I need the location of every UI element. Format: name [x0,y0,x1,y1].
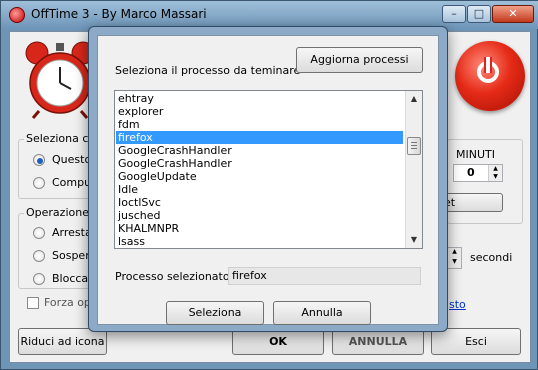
minutes-label: MINUTI [456,148,495,161]
this-computer-radio[interactable] [33,154,45,166]
list-item[interactable]: lsass [116,235,403,248]
seconds-label: secondi [470,251,513,264]
suspend-radio[interactable] [33,250,45,262]
list-item[interactable]: firefox [116,131,403,144]
selected-process-label: Processo selezionato: [115,270,234,283]
scroll-down-icon[interactable]: ▼ [406,232,422,248]
list-item[interactable]: IoctlSvc [116,196,403,209]
process-dialog: Seleziona il processo da teminare Aggior… [88,26,448,332]
list-item[interactable]: explorer [116,105,403,118]
alarm-clock-icon [25,41,95,119]
list-item[interactable]: jusched [116,209,403,222]
chevron-up-icon[interactable]: ▲ [448,248,461,258]
cancel-timer-button[interactable]: ANNULLA [332,328,424,355]
close-button[interactable]: ✕ [492,5,534,23]
process-list-items: ehtray explorer fdm firefox GoogleCrashHandl… [115,91,405,248]
refresh-processes-button[interactable]: Aggiorna processi [296,47,423,73]
ok-button[interactable]: OK [232,328,324,355]
chevron-down-icon[interactable]: ▼ [488,173,502,181]
chevron-down-icon[interactable]: ▼ [448,258,461,268]
list-item[interactable]: GoogleCrashHandler [116,157,403,170]
selected-process-field: firefox [228,267,421,285]
select-button[interactable]: Seleziona [166,301,264,325]
shutdown-radio[interactable] [33,227,45,239]
scroll-up-icon[interactable]: ▲ [406,91,422,107]
list-item[interactable]: ehtray [116,92,403,105]
exit-button[interactable]: Esci [431,328,521,355]
minutes-value: 0 [467,166,475,179]
maximize-button[interactable]: □ [467,5,491,23]
window-title: OffTime 3 - By Marco Massari [31,7,207,21]
dialog-cancel-button[interactable]: Annulla [273,301,371,325]
operation-group-label: Operazione [24,206,91,219]
force-operation-checkbox[interactable] [27,297,39,309]
list-item[interactable]: GoogleCrashHandler [116,144,403,157]
chevron-up-icon[interactable]: ▲ [488,165,502,173]
process-list[interactable]: ehtray explorer fdm firefox GoogleCrashHandl… [114,90,423,249]
list-item[interactable]: fdm [116,118,403,131]
seconds-stepper[interactable]: ▲ ▼ [447,247,462,269]
reset-button[interactable]: et [441,193,503,212]
lock-radio[interactable] [33,273,45,285]
alarm-clock-icon [9,7,25,23]
info-link[interactable]: sto [449,298,466,311]
list-item[interactable]: KHALMNPR [116,222,403,235]
process-dialog-client: Seleziona il processo da teminare Aggior… [97,35,439,325]
title-bar[interactable]: OffTime 3 - By Marco Massari – □ ✕ [1,1,538,29]
minimize-to-tray-button[interactable]: Riduci ad icona [18,328,107,355]
minutes-stepper[interactable]: 0 ▲ ▼ [453,164,503,182]
list-item[interactable]: GoogleUpdate [116,170,403,183]
scrollbar[interactable]: ▲ ▼ [405,91,422,248]
minimize-button[interactable]: – [442,5,466,23]
remote-computer-radio[interactable] [33,177,45,189]
dialog-prompt: Seleziona il processo da teminare [115,64,301,77]
list-item[interactable]: Idle [116,183,403,196]
scroll-thumb[interactable] [407,137,421,155]
power-icon[interactable] [455,41,525,111]
